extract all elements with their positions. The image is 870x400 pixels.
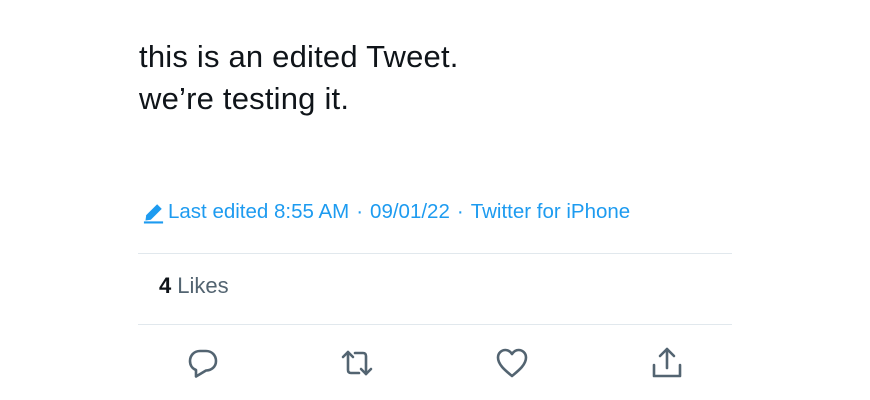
meta-separator: · bbox=[356, 200, 364, 223]
share-button[interactable] bbox=[645, 343, 689, 387]
divider bbox=[138, 324, 732, 325]
reply-icon bbox=[185, 345, 221, 386]
tweet-text-line: this is an edited Tweet. bbox=[139, 39, 459, 74]
like-heart-icon bbox=[494, 345, 530, 386]
tweet-text-line: we’re testing it. bbox=[139, 81, 350, 116]
meta-separator: · bbox=[456, 200, 464, 223]
tweet-source[interactable]: Twitter for iPhone bbox=[471, 200, 631, 224]
tweet-action-bar bbox=[0, 343, 870, 387]
retweet-icon bbox=[339, 345, 375, 386]
tweet-date[interactable]: 09/01/22 bbox=[370, 200, 450, 224]
reply-button[interactable] bbox=[181, 343, 225, 387]
last-edited-link[interactable]: Last edited 8:55 AM bbox=[168, 200, 349, 224]
likes-count-link[interactable]: 4 Likes bbox=[159, 273, 229, 299]
tweet-metadata: Last edited 8:55 AM · 09/01/22 · Twitter… bbox=[142, 198, 630, 226]
pencil-edit-icon[interactable] bbox=[142, 201, 165, 224]
tweet-detail: this is an edited Tweet. we’re testing i… bbox=[0, 0, 870, 400]
like-button[interactable] bbox=[490, 343, 534, 387]
share-icon bbox=[649, 345, 685, 386]
likes-label: Likes bbox=[177, 273, 229, 298]
likes-count: 4 bbox=[159, 273, 172, 298]
retweet-button[interactable] bbox=[335, 343, 379, 387]
tweet-text: this is an edited Tweet. we’re testing i… bbox=[139, 36, 459, 120]
divider bbox=[138, 253, 732, 254]
